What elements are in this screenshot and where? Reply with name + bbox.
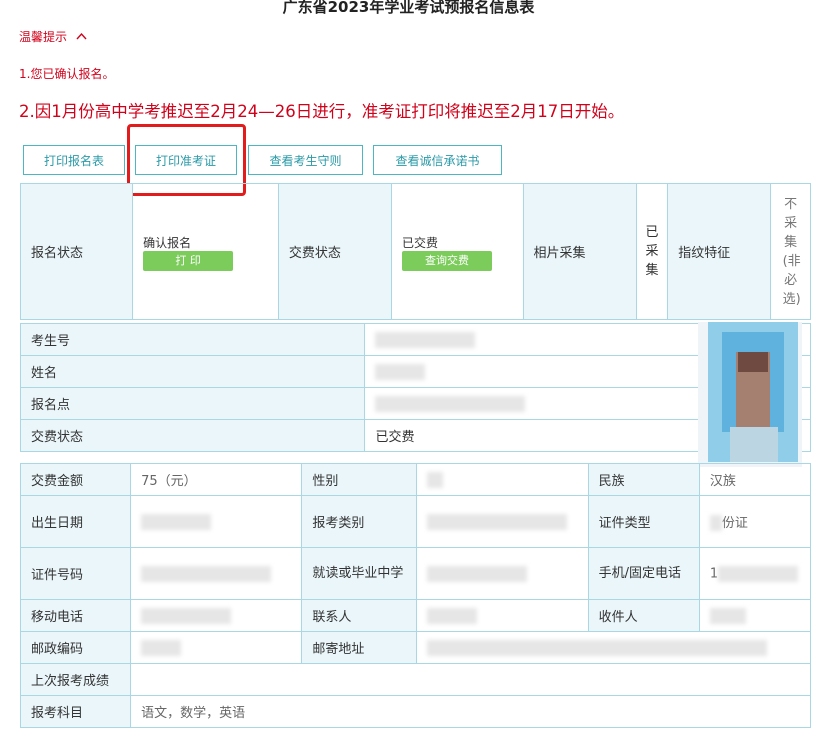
fingerprint-text: 不采集(非必选) bbox=[782, 196, 801, 307]
redacted-block bbox=[709, 515, 722, 532]
dob-value bbox=[130, 495, 303, 548]
notice-postponed: 2.因1月份高中学考推迟至2月24—26日进行，准考证打印将推迟至2月17日开始… bbox=[19, 102, 625, 121]
id-type-label: 证件类型 bbox=[587, 495, 700, 548]
fee-status-label-2: 交费状态 bbox=[19, 419, 366, 452]
redacted-block bbox=[375, 363, 426, 380]
id-type-text: 份证 bbox=[721, 515, 748, 531]
tips-toggle[interactable]: 温馨提示 bbox=[19, 28, 87, 45]
gender-value bbox=[416, 463, 589, 496]
exam-type-value bbox=[416, 495, 589, 548]
redacted-block bbox=[141, 639, 182, 656]
redacted-block bbox=[718, 565, 799, 582]
postcode-value bbox=[130, 631, 303, 664]
redacted-block bbox=[141, 565, 272, 582]
photo-status-value: 已采集 bbox=[635, 183, 669, 320]
redacted-block bbox=[427, 607, 478, 624]
photo-label: 相片采集 bbox=[522, 183, 637, 320]
phone-label: 手机/固定电话 bbox=[587, 547, 700, 600]
reg-status-value: 确认报名 bbox=[143, 236, 192, 250]
reg-status-cell: 确认报名 打 印 bbox=[132, 183, 279, 320]
candidate-photo bbox=[698, 322, 802, 467]
view-rules-button[interactable]: 查看考生守则 bbox=[248, 145, 363, 175]
school-label: 就读或毕业中学 bbox=[301, 547, 418, 600]
ethnicity-label: 民族 bbox=[587, 463, 700, 496]
page-title: 广东省2023年学业考试预报名信息表 bbox=[282, 0, 535, 16]
print-registration-button[interactable]: 打印报名表 bbox=[23, 145, 125, 175]
id-no-value bbox=[130, 547, 303, 600]
redacted-block bbox=[375, 395, 526, 412]
gender-label: 性别 bbox=[301, 463, 418, 496]
exam-no-label: 考生号 bbox=[19, 323, 366, 356]
phone-text: 1 bbox=[709, 566, 719, 581]
view-pledge-button[interactable]: 查看诚信承诺书 bbox=[373, 145, 502, 175]
fingerprint-value: 不采集(非必选) bbox=[770, 183, 811, 320]
mobile-label: 移动电话 bbox=[19, 599, 132, 632]
tips-toggle-label: 温馨提示 bbox=[19, 30, 68, 44]
redacted-block bbox=[375, 331, 476, 348]
address-label: 邮寄地址 bbox=[301, 631, 418, 664]
status-table: 报名状态 确认报名 打 印 交费状态 已交费 查询交费 相片采集 已采集 指纹特… bbox=[19, 183, 811, 320]
dob-label: 出生日期 bbox=[19, 495, 132, 548]
print-button[interactable]: 打 印 bbox=[143, 251, 234, 271]
ethnicity-value: 汉族 bbox=[698, 463, 812, 496]
candidate-photo-image bbox=[698, 322, 802, 467]
details-table: 交费金额 75（元） 性别 民族 汉族 出生日期 报考类别 证件类型 份证 证件… bbox=[19, 463, 812, 728]
id-type-value: 份证 bbox=[698, 495, 812, 548]
fingerprint-label: 指纹特征 bbox=[667, 183, 772, 320]
exam-type-label: 报考类别 bbox=[301, 495, 418, 548]
fee-status-cell: 已交费 查询交费 bbox=[391, 183, 524, 320]
subjects-value: 语文，数学，英语 bbox=[130, 695, 811, 728]
name-label: 姓名 bbox=[19, 355, 366, 388]
redacted-block bbox=[141, 513, 212, 530]
fee-amount-label: 交费金额 bbox=[19, 463, 132, 496]
subjects-label: 报考科目 bbox=[19, 695, 132, 728]
address-value bbox=[416, 631, 811, 664]
recipient-label: 收件人 bbox=[587, 599, 700, 632]
redacted-block bbox=[427, 513, 568, 530]
recipient-value bbox=[698, 599, 812, 632]
contact-value bbox=[416, 599, 589, 632]
redacted-block bbox=[427, 639, 768, 656]
fee-amount-value: 75（元） bbox=[130, 463, 303, 496]
photo-status-text: 已采集 bbox=[645, 225, 659, 278]
redacted-block bbox=[141, 607, 232, 624]
reg-status-label: 报名状态 bbox=[19, 183, 134, 320]
postcode-label: 邮政编码 bbox=[19, 631, 132, 664]
notice-confirmed: 1.您已确认报名。 bbox=[19, 67, 115, 81]
query-fee-button[interactable]: 查询交费 bbox=[402, 251, 493, 271]
fee-status-value: 已交费 bbox=[402, 236, 439, 250]
last-score-label: 上次报考成绩 bbox=[19, 663, 132, 696]
contact-label: 联系人 bbox=[301, 599, 418, 632]
site-label: 报名点 bbox=[19, 387, 366, 420]
redacted-block bbox=[427, 565, 528, 582]
mobile-value bbox=[130, 599, 303, 632]
redacted-block bbox=[427, 471, 444, 488]
redacted-block bbox=[709, 607, 746, 624]
school-value bbox=[416, 547, 589, 600]
chevron-up-icon bbox=[76, 32, 87, 40]
fee-status-label: 交费状态 bbox=[277, 183, 393, 320]
last-score-value bbox=[130, 663, 811, 696]
id-no-label: 证件号码 bbox=[19, 547, 132, 600]
phone-value: 1 bbox=[698, 547, 812, 600]
candidate-table: 考生号 姓名 报名点 交费状态 已交费 bbox=[19, 323, 811, 452]
